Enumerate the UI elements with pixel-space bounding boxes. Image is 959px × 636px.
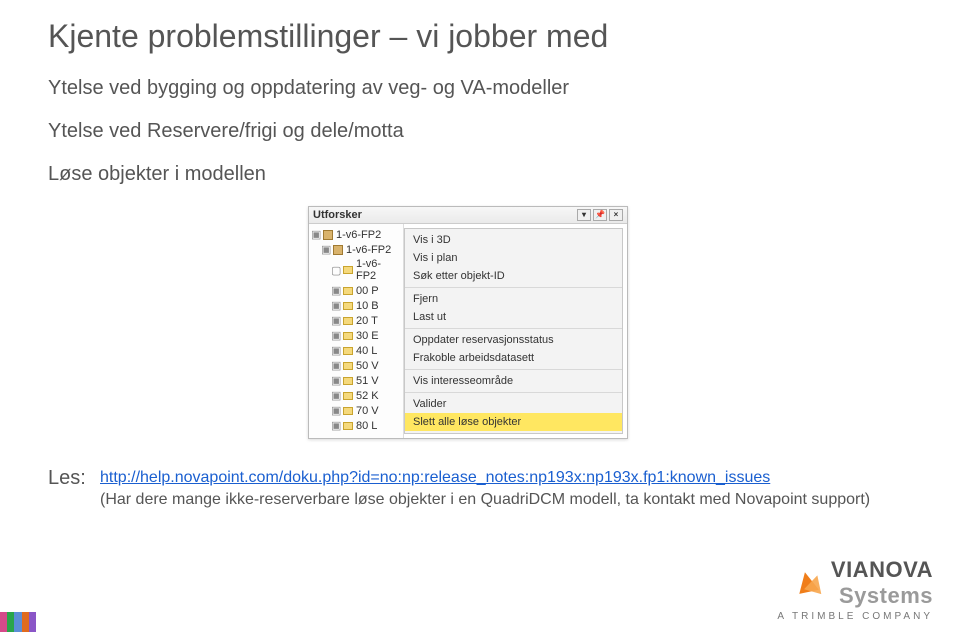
folder-icon (343, 407, 353, 415)
menu-separator (405, 328, 622, 329)
tree-leaf[interactable]: 80 L (356, 420, 377, 432)
folder-icon (343, 266, 353, 274)
context-menu-item[interactable]: Vis i plan (405, 249, 622, 267)
vianova-mark-icon (797, 570, 823, 596)
cube-icon (333, 245, 343, 255)
tree-leaf[interactable]: 51 V (356, 375, 379, 387)
brand-name-light: Systems (839, 583, 933, 608)
tree-leaf[interactable]: 00 P (356, 285, 379, 297)
context-menu-item[interactable]: Vis interesseområde (405, 372, 622, 390)
tree-leaf[interactable]: 30 E (356, 330, 379, 342)
tree-root[interactable]: 1-v6-FP2 (336, 229, 381, 241)
known-issues-link[interactable]: http://help.novapoint.com/doku.php?id=no… (100, 469, 770, 486)
paragraph-1: Ytelse ved bygging og oppdatering av veg… (48, 77, 921, 100)
paragraph-3: Løse objekter i modellen (48, 163, 921, 186)
tree-child[interactable]: 1-v6-FP2 (346, 244, 391, 256)
mini-dropdown-icon[interactable]: ▾ (577, 209, 591, 221)
folder-icon (343, 317, 353, 325)
brand-subtitle: A TRIMBLE COMPANY (777, 611, 933, 622)
mini-tree[interactable]: ▣1-v6-FP2 ▣1-v6-FP2 ▢1-v6-FP2 ▣00 P ▣10 … (309, 224, 404, 438)
context-menu-item[interactable]: Søk etter objekt-ID (405, 267, 622, 285)
les-label: Les: (48, 467, 86, 490)
les-note: (Har dere mange ikke-reserverbare løse o… (100, 491, 870, 508)
tree-leaf[interactable]: 52 K (356, 390, 379, 402)
folder-icon (343, 287, 353, 295)
context-menu-item-highlighted[interactable]: Slett alle løse objekter (405, 413, 622, 431)
menu-separator (405, 287, 622, 288)
tree-leaf[interactable]: 1-v6-FP2 (356, 258, 401, 282)
menu-separator (405, 392, 622, 393)
context-menu-item[interactable]: Oppdater reservasjonsstatus (405, 331, 622, 349)
folder-icon (343, 362, 353, 370)
folder-icon (343, 392, 353, 400)
folder-icon (343, 347, 353, 355)
cube-icon (323, 230, 333, 240)
tree-leaf[interactable]: 20 T (356, 315, 378, 327)
mini-pane-title: Utforsker (313, 209, 362, 221)
tree-leaf[interactable]: 10 B (356, 300, 379, 312)
mini-close-icon[interactable]: × (609, 209, 623, 221)
context-menu-item[interactable]: Frakoble arbeidsdatasett (405, 349, 622, 367)
context-menu-item[interactable]: Vis i 3D (405, 231, 622, 249)
page-title: Kjente problemstillinger – vi jobber med (48, 18, 921, 55)
folder-icon (343, 302, 353, 310)
context-menu-item[interactable]: Valider (405, 395, 622, 413)
tree-leaf[interactable]: 70 V (356, 405, 379, 417)
folder-icon (343, 422, 353, 430)
folder-icon (343, 377, 353, 385)
embedded-screenshot: Utforsker ▾ 📌 × ▣1-v6-FP2 ▣1-v6-FP2 ▢1-v… (308, 206, 921, 439)
context-menu-item[interactable]: Fjern (405, 290, 622, 308)
brand-name-strong: VIANOVA (831, 557, 933, 582)
context-menu: Vis i 3D Vis i plan Søk etter objekt-ID … (404, 228, 623, 434)
tree-leaf[interactable]: 40 L (356, 345, 377, 357)
tree-leaf[interactable]: 50 V (356, 360, 379, 372)
mini-pin-icon[interactable]: 📌 (593, 209, 607, 221)
menu-separator (405, 369, 622, 370)
context-menu-item[interactable]: Last ut (405, 308, 622, 326)
paragraph-2: Ytelse ved Reservere/frigi og dele/motta (48, 120, 921, 143)
decorative-color-stripe (0, 612, 36, 632)
brand-logo: VIANOVA Systems A TRIMBLE COMPANY (777, 557, 933, 622)
folder-icon (343, 332, 353, 340)
